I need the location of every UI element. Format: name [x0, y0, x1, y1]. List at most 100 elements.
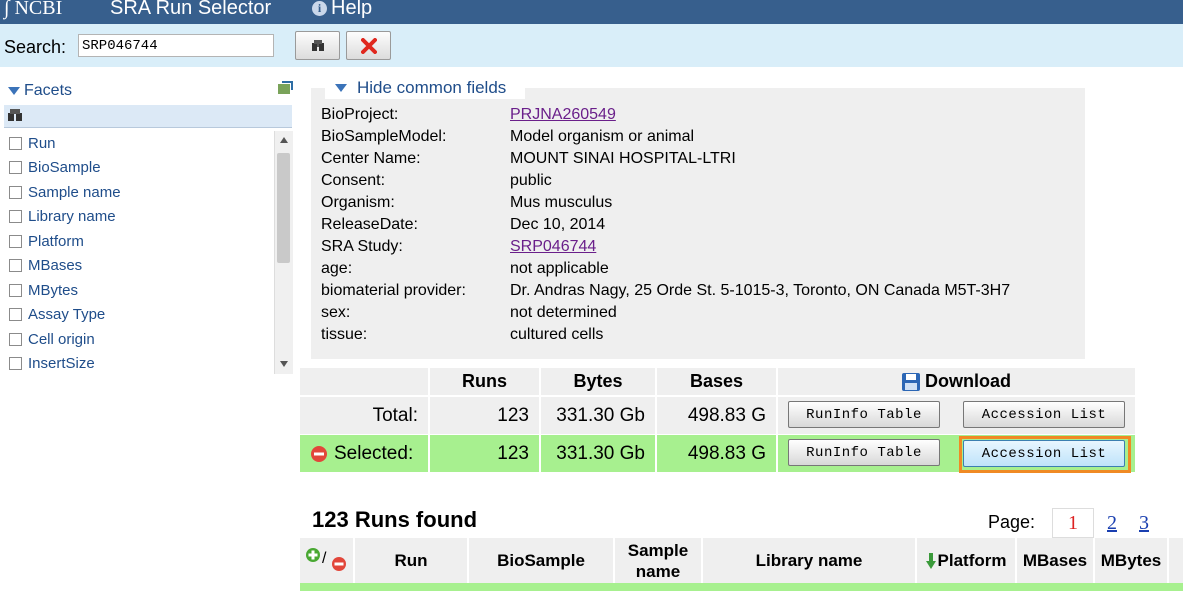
scroll-down-icon[interactable] — [280, 361, 288, 367]
facet-item[interactable]: Cell origin — [6, 327, 274, 352]
column-header-biosample[interactable]: BioSample — [469, 538, 615, 583]
minus-circle-icon[interactable] — [331, 556, 347, 572]
facet-checkbox[interactable] — [9, 259, 22, 273]
runs-found-count: 123 Runs found — [312, 507, 478, 532]
field-value-link[interactable]: PRJNA260549 — [510, 106, 616, 124]
table-row[interactable] — [300, 583, 1183, 591]
field-key: tissue: — [321, 326, 368, 343]
facet-checkbox[interactable] — [9, 357, 22, 371]
facet-checkbox[interactable] — [9, 185, 22, 199]
total-bytes: 331.30 Gb — [541, 397, 657, 434]
binoculars-icon — [311, 39, 324, 51]
column-header-library-name[interactable]: Library name — [703, 538, 917, 583]
facet-list: Run BioSample Sample name Library name Platf… — [6, 131, 274, 374]
field-value-link[interactable]: SRP046744 — [510, 238, 596, 256]
field-key: Center Name: — [321, 150, 421, 167]
facet-checkbox[interactable] — [9, 161, 22, 175]
top-bar: ∫ NCBI SRA Run Selector i Help — [0, 0, 1183, 24]
search-input[interactable] — [78, 34, 274, 57]
field-value: not determined — [510, 304, 617, 321]
close-icon — [360, 37, 377, 54]
facet-checkbox[interactable] — [9, 210, 22, 224]
field-key: BioProject: — [321, 106, 399, 123]
total-runs: 123 — [430, 397, 541, 434]
facet-item[interactable]: Platform — [6, 229, 274, 254]
field-value: Mus musculus — [510, 194, 613, 211]
total-runinfo-table-button[interactable]: RunInfo Table — [788, 401, 940, 428]
ncbi-logo[interactable]: ∫ NCBI — [4, 0, 62, 20]
triangle-down-icon — [335, 84, 347, 92]
search-button[interactable] — [295, 31, 340, 60]
field-key: biomaterial provider: — [321, 282, 466, 299]
field-value: MOUNT SINAI HOSPITAL-LTRI — [510, 150, 736, 167]
scroll-thumb[interactable] — [277, 153, 290, 263]
selected-accession-list-button[interactable]: Accession List — [963, 440, 1125, 467]
page-2-link[interactable]: 2 — [1107, 512, 1117, 535]
help-link[interactable]: i Help — [312, 0, 372, 20]
facet-label: BioSample — [28, 159, 101, 177]
column-header-sample-name[interactable]: Sample name — [615, 538, 703, 583]
field-key: sex: — [321, 304, 351, 321]
field-value: Dec 10, 2014 — [510, 216, 606, 233]
facet-checkbox[interactable] — [9, 283, 22, 297]
selected-bases: 498.83 G — [657, 435, 778, 472]
facet-label: Library name — [28, 208, 116, 226]
search-label: Search: — [4, 37, 67, 57]
facet-checkbox[interactable] — [9, 308, 22, 322]
summary-total-row: Total: 123 331.30 Gb 498.83 G RunInfo Ta… — [300, 397, 1135, 434]
clear-search-button[interactable] — [346, 31, 391, 60]
selected-runs: 123 — [430, 435, 541, 472]
results-header-row: / Run BioSample Sample name Library name… — [300, 538, 1183, 583]
page-3-link[interactable]: 3 — [1139, 512, 1149, 535]
field-key: Consent: — [321, 172, 386, 189]
facet-label: Run — [28, 134, 56, 152]
floppy-disk-icon — [902, 372, 920, 391]
facet-item[interactable]: Assay Type — [6, 303, 274, 328]
field-value: Model organism or animal — [510, 128, 695, 145]
facet-item[interactable]: Sample name — [6, 180, 274, 205]
field-key: BioSampleModel: — [321, 128, 447, 145]
binoculars-icon — [8, 109, 22, 121]
facet-label: MBases — [28, 257, 83, 275]
field-value: cultured cells — [510, 326, 604, 343]
facet-checkbox[interactable] — [9, 136, 22, 150]
facet-checkbox[interactable] — [9, 234, 22, 248]
facets-filter-bar[interactable] — [4, 105, 292, 128]
download-header: Download — [778, 368, 1135, 395]
facet-label: InsertSize — [28, 355, 95, 373]
selected-bytes: 331.30 Gb — [541, 435, 657, 472]
facet-item[interactable]: MBytes — [6, 278, 274, 303]
facet-item[interactable]: Library name — [6, 205, 274, 230]
bytes-header: Bytes — [541, 368, 657, 395]
column-header-mbytes[interactable]: MBytes — [1095, 538, 1169, 583]
bases-header: Bases — [657, 368, 778, 395]
selected-label-cell: Selected: — [300, 435, 430, 472]
facet-scrollbar[interactable] — [274, 131, 293, 374]
facet-item[interactable]: BioSample — [6, 156, 274, 181]
facets-refresh-icon[interactable] — [276, 80, 294, 101]
facet-item[interactable]: Run — [6, 131, 274, 156]
field-key: SRA Study: — [321, 238, 403, 255]
plus-circle-icon[interactable] — [305, 547, 321, 563]
field-value: not applicable — [510, 260, 609, 277]
scroll-up-icon[interactable] — [280, 137, 288, 143]
facet-item[interactable]: MBases — [6, 254, 274, 279]
total-accession-list-button[interactable]: Accession List — [963, 401, 1125, 428]
facet-checkbox[interactable] — [9, 332, 22, 346]
column-header-mbases[interactable]: MBases — [1017, 538, 1095, 583]
app-title: SRA Run Selector — [110, 0, 272, 19]
column-header-run[interactable]: Run — [355, 538, 469, 583]
column-header-platform[interactable]: Platform — [917, 538, 1017, 583]
facet-item[interactable]: InsertSize — [6, 352, 274, 375]
facet-label: Cell origin — [28, 330, 95, 348]
hide-common-fields-toggle[interactable]: Hide common fields — [325, 77, 525, 99]
facets-toggle[interactable]: Facets — [8, 82, 72, 100]
select-all-cell: / — [300, 538, 355, 583]
info-icon: i — [312, 1, 327, 16]
summary-header-row: Runs Bytes Bases Download — [300, 368, 1135, 395]
selected-label: Selected: — [334, 442, 414, 464]
selected-runinfo-table-button[interactable]: RunInfo Table — [788, 439, 940, 466]
ncbi-helix-icon: ∫ — [4, 0, 10, 19]
page-label: Page: — [988, 512, 1036, 532]
page-1-current: 1 — [1052, 508, 1094, 538]
